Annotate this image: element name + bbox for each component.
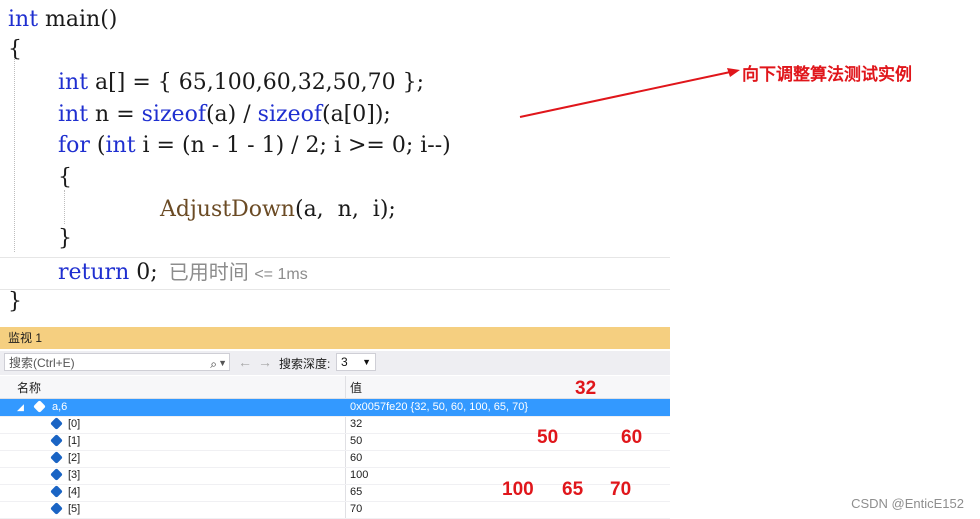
search-input[interactable]: 搜索(Ctrl+E) ⌕ ▼ [4,353,230,371]
watch-row-name: [4] [68,486,81,498]
watch-row-name: [1] [68,435,81,447]
watch-row[interactable]: [0] 32 [0,416,670,434]
heap-label: 50 [537,427,559,448]
chevron-down-icon[interactable]: ▼ [218,354,227,372]
watch-row-name: [5] [68,503,81,515]
annotation-text: 向下调整算法测试实例 [742,65,912,84]
watch-row-value: 100 [350,469,369,481]
chevron-down-icon: ▼ [362,357,371,367]
watch-row[interactable]: [1] 50 [0,433,670,451]
watch-row-name: [0] [68,418,81,430]
heap-label: 100 [502,479,534,500]
back-arrow-icon[interactable]: ← [238,354,252,370]
search-placeholder: 搜索(Ctrl+E) [9,356,75,370]
variable-icon [50,468,63,481]
watch-row-name: a,6 [52,401,68,413]
code-line-6: { [58,163,72,193]
code-text: (a, n, i); [294,197,396,222]
search-depth-value: 3 [341,355,348,369]
code-line-7: AdjustDown(a, n, i); [160,195,396,225]
column-header-value[interactable]: 值 [350,379,362,396]
code-line-8: } [58,224,72,254]
variable-icon [50,485,63,498]
watch-toolbar: 搜索(Ctrl+E) ⌕ ▼ ← → 搜索深度: 3 ▼ [0,351,670,375]
code-text: 0; [129,260,158,285]
watch-row-name: [3] [68,469,81,481]
watch-title[interactable]: 监视 1 [0,327,670,349]
variable-icon [50,502,63,515]
watch-row-root[interactable]: ◢ a,6 0x0057fe20 {32, 50, 60, 100, 65, 7… [0,399,670,417]
watch-row-value: 65 [350,486,363,498]
collapse-caret-icon[interactable]: ◢ [17,399,24,416]
watch-row-value: 70 [350,503,363,515]
search-depth-select[interactable]: 3 ▼ [336,353,376,371]
variable-icon [33,400,46,413]
search-icon[interactable]: ⌕ [210,355,217,373]
heap-label: 60 [621,427,643,448]
search-depth-label: 搜索深度: [279,357,331,371]
watch-row-name: [2] [68,452,81,464]
column-header-name[interactable]: 名称 [17,379,41,396]
perf-label: 已用时间 [168,262,249,284]
code-line-10: } [8,287,22,317]
indent-guide [64,190,65,224]
code-text: } [58,226,72,251]
watermark: CSDN @EnticE152 [851,496,964,511]
variable-icon [50,451,63,464]
heap-label: 65 [562,479,584,500]
watch-row[interactable]: [5] 70 [0,501,670,519]
code-text: } [8,289,22,314]
code-line-9: return 0; 已用时间 <= 1ms [58,258,308,288]
perf-value: <= 1ms [254,266,308,283]
code-text: { [58,165,72,190]
heap-label: 70 [610,479,632,500]
watch-header: 名称 值 [0,376,670,399]
keyword: return [58,260,130,285]
watch-row-value: 60 [350,452,363,464]
heap-label: 32 [575,378,597,399]
watch-row-value: 32 [350,418,363,430]
watch-row[interactable]: [2] 60 [0,450,670,468]
variable-icon [50,434,63,447]
variable-icon [50,417,63,430]
forward-arrow-icon[interactable]: → [258,354,272,370]
function-name: AdjustDown [160,197,295,222]
perf-tip: 已用时间 <= 1ms [158,262,308,284]
watch-row-value: 50 [350,435,363,447]
watch-row-value: 0x0057fe20 {32, 50, 60, 100, 65, 70} [350,401,528,413]
